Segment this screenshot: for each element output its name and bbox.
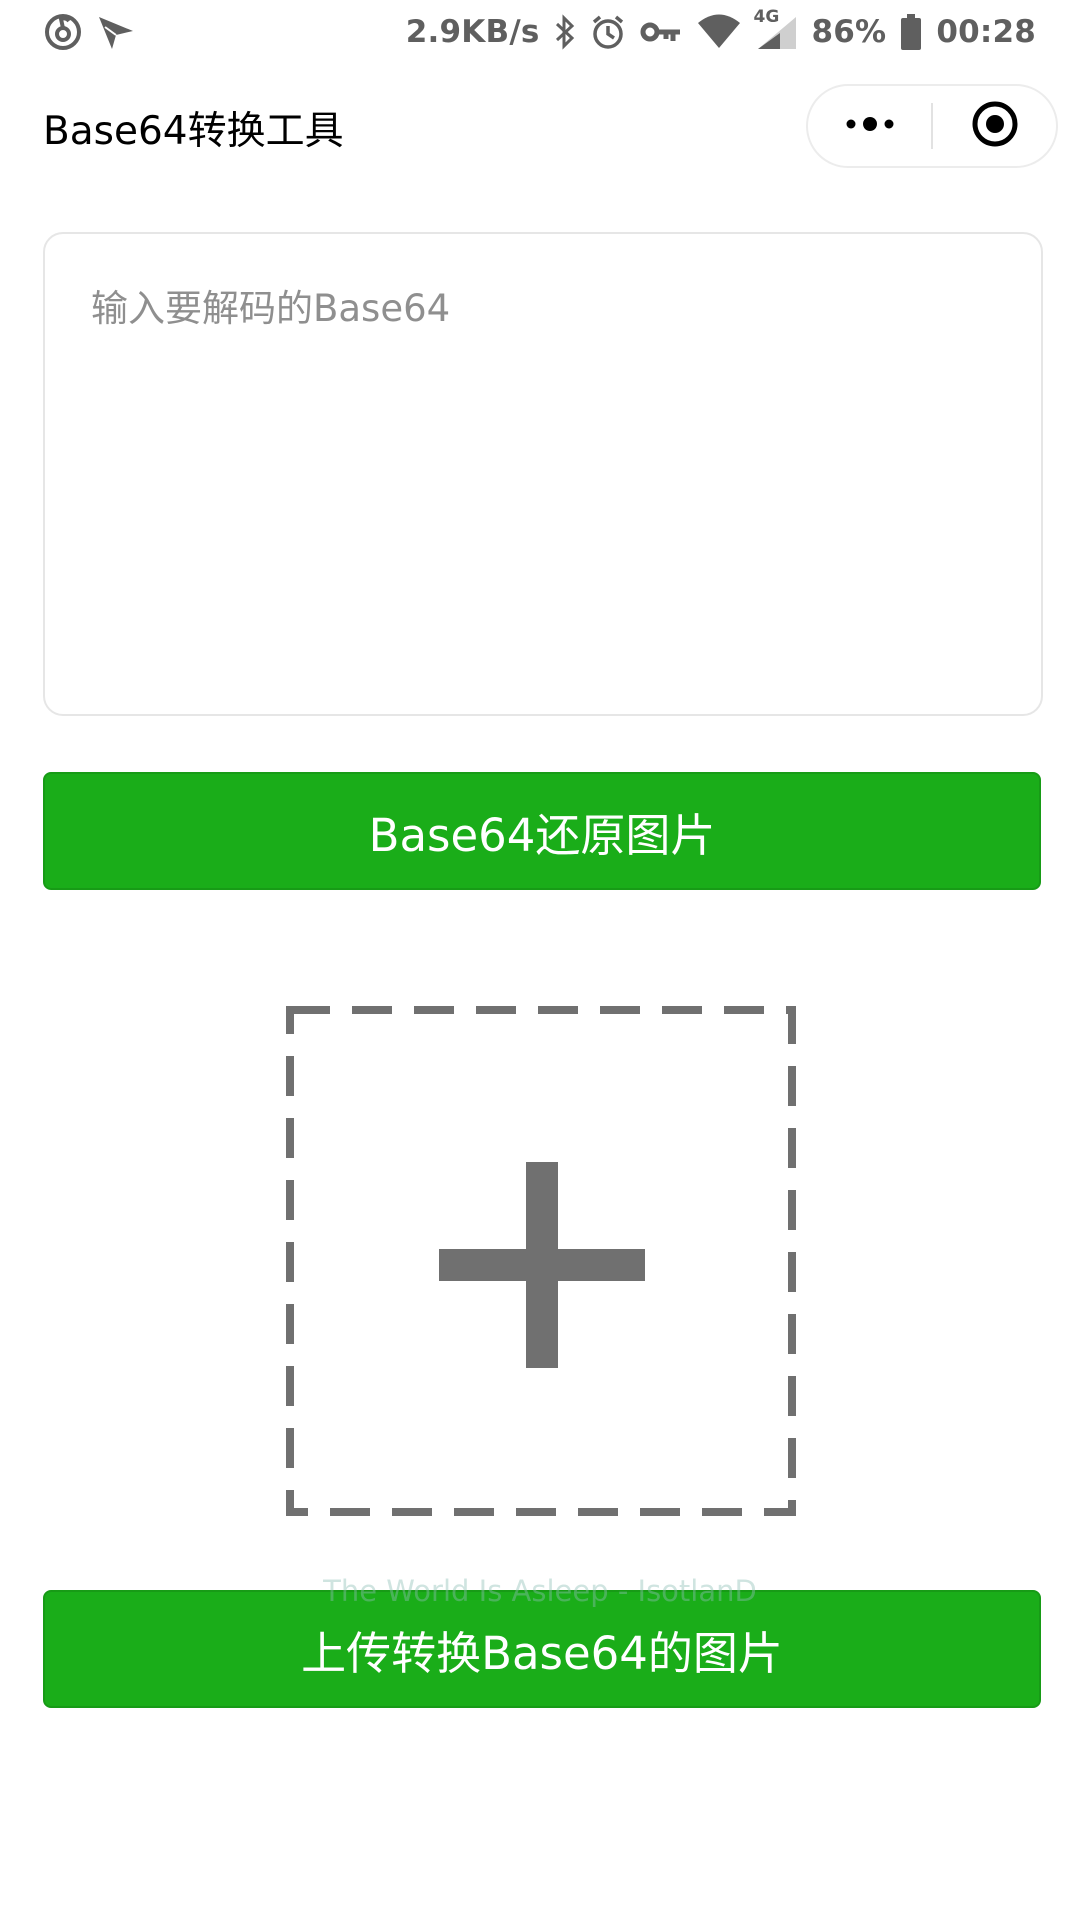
base64-input-container (43, 232, 1043, 716)
page-title: Base64转换工具 (43, 109, 344, 154)
image-upload-area[interactable] (286, 1006, 796, 1516)
battery-icon (900, 13, 922, 51)
plus-icon (439, 1162, 645, 1368)
upload-image-label: 上传转换Base64的图片 (301, 1626, 783, 1680)
status-bar-right: 2.9KB/s 4G 86% 00:28 (405, 7, 1036, 51)
mini-program-capsule (806, 84, 1058, 168)
send-icon (96, 13, 136, 51)
alarm-icon (590, 14, 626, 50)
network-speed: 2.9KB/s (405, 14, 540, 50)
base64-restore-image-label: Base64还原图片 (368, 808, 716, 862)
status-bar-left (44, 13, 136, 51)
base64-restore-image-button[interactable]: Base64还原图片 (43, 772, 1041, 890)
clock-time: 00:28 (936, 14, 1036, 50)
more-dots-icon (843, 116, 897, 136)
battery-percent: 86% (811, 14, 887, 50)
target-circle-icon (970, 99, 1020, 153)
netease-music-icon (44, 13, 82, 51)
vpn-key-icon (640, 17, 682, 47)
network-type: 4G (753, 7, 780, 27)
close-mini-program-button[interactable] (933, 86, 1056, 166)
wifi-icon (696, 14, 742, 50)
status-bar: 2.9KB/s 4G 86% 00:28 (0, 0, 1080, 64)
bluetooth-icon (554, 14, 576, 50)
base64-input[interactable] (45, 234, 1041, 714)
signal-icon: 4G (754, 7, 798, 51)
more-menu-button[interactable] (808, 86, 931, 166)
navigation-bar: Base64转换工具 (0, 64, 1080, 188)
music-watermark: The World Is Asleep - IsotlanD (323, 1574, 757, 1608)
